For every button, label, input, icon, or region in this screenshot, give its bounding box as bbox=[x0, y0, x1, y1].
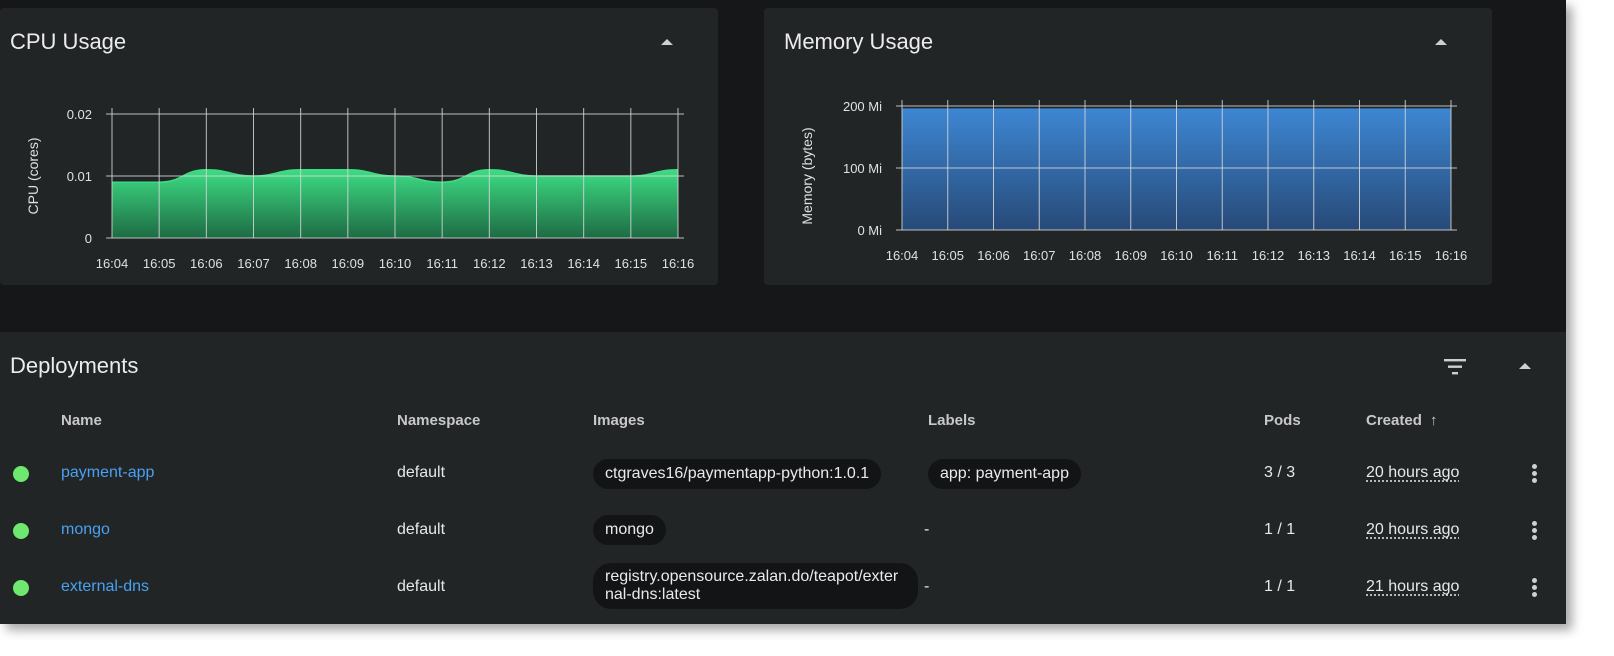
x-tick-label: 16:08 bbox=[1069, 248, 1102, 263]
filter-icon-graphic bbox=[1444, 359, 1466, 375]
y-tick-label: 100 Mi bbox=[843, 161, 882, 176]
sort-ascending-icon: ↑ bbox=[1430, 412, 1438, 429]
x-tick-label: 16:04 bbox=[96, 256, 129, 271]
status-ok-icon bbox=[13, 523, 29, 539]
image-chip: ctgraves16/paymentapp-python:1.0.1 bbox=[593, 459, 882, 489]
image-chip: registry.opensource.zalan.do/teapot/exte… bbox=[593, 563, 918, 609]
x-tick-label: 16:09 bbox=[332, 256, 365, 271]
x-tick-label: 16:05 bbox=[143, 256, 176, 271]
row-menu-icon[interactable] bbox=[1530, 578, 1538, 602]
created-header-label: Created bbox=[1366, 412, 1422, 429]
x-tick-label: 16:06 bbox=[190, 256, 223, 271]
deployment-name-link[interactable]: external-dns bbox=[61, 578, 149, 596]
x-tick-label: 16:13 bbox=[1297, 248, 1330, 263]
x-tick-label: 16:12 bbox=[1252, 248, 1285, 263]
labels-empty-value: - bbox=[924, 578, 930, 595]
x-tick-label: 16:09 bbox=[1114, 248, 1147, 263]
created-value: 20 hours ago bbox=[1366, 521, 1460, 538]
table-row[interactable]: external-dns default registry.opensource… bbox=[0, 560, 1566, 617]
column-header-pods[interactable]: Pods bbox=[1264, 412, 1301, 429]
deployments-collapse-icon[interactable] bbox=[1519, 363, 1531, 369]
x-tick-label: 16:13 bbox=[520, 256, 553, 271]
namespace-value: default bbox=[397, 578, 446, 595]
row-menu-icon[interactable] bbox=[1530, 464, 1538, 488]
cpu-usage-chart: 16:04 16:05 16:06 16:07 16:08 16:09 16:10 16:11… bbox=[25, 107, 695, 271]
pods-value: 3 / 3 bbox=[1264, 464, 1296, 481]
memory-usage-chart: 16:04 16:05 16:06 16:07 16:08 16:09 16:10 16:11… bbox=[799, 99, 1468, 263]
x-tick-label: 16:04 bbox=[886, 248, 919, 263]
row-menu-icon[interactable] bbox=[1530, 521, 1538, 545]
cpu-usage-card: CPU Usage 16:04 16:05 16:06 16:07 16:08 16:09… bbox=[0, 8, 718, 285]
x-tick-label: 16:14 bbox=[1343, 248, 1376, 263]
x-tick-label: 16:14 bbox=[567, 256, 600, 271]
y-axis-label: CPU (cores) bbox=[25, 137, 41, 214]
dashboard-window: CPU Usage 16:04 16:05 16:06 16:07 16:08 16:09… bbox=[0, 0, 1566, 624]
column-header-labels[interactable]: Labels bbox=[928, 412, 976, 429]
label-chip: app: payment-app bbox=[928, 459, 1081, 489]
x-tick-label: 16:07 bbox=[237, 256, 270, 271]
y-tick-label: 0.01 bbox=[67, 169, 92, 184]
x-tick-label: 16:08 bbox=[284, 256, 317, 271]
pods-value: 1 / 1 bbox=[1264, 521, 1296, 538]
namespace-value: default bbox=[397, 521, 446, 538]
x-tick-label: 16:10 bbox=[379, 256, 412, 271]
filter-icon[interactable] bbox=[1443, 358, 1467, 376]
x-tick-label: 16:15 bbox=[615, 256, 648, 271]
y-axis-label: Memory (bytes) bbox=[799, 127, 815, 224]
status-ok-icon bbox=[13, 580, 29, 596]
column-header-created[interactable]: Created ↑ bbox=[1366, 412, 1438, 429]
pods-value: 1 / 1 bbox=[1264, 578, 1296, 595]
table-row[interactable]: payment-app default ctgraves16/paymentap… bbox=[0, 446, 1566, 503]
deployments-title: Deployments bbox=[10, 353, 139, 378]
x-tick-label: 16:11 bbox=[1206, 248, 1238, 263]
y-tick-label: 0.02 bbox=[67, 107, 92, 122]
x-tick-label: 16:06 bbox=[977, 248, 1010, 263]
memory-usage-card: Memory Usage 16:04 16:05 16:06 16:07 16:08 16… bbox=[764, 8, 1492, 285]
y-tick-label: 200 Mi bbox=[843, 99, 882, 114]
table-row[interactable]: mongo default mongo - 1 / 1 20 hours ago bbox=[0, 503, 1566, 560]
column-header-name[interactable]: Name bbox=[61, 412, 102, 429]
created-value: 20 hours ago bbox=[1366, 464, 1460, 481]
x-tick-label: 16:11 bbox=[426, 256, 458, 271]
x-tick-label: 16:07 bbox=[1023, 248, 1056, 263]
namespace-value: default bbox=[397, 464, 446, 481]
status-ok-icon bbox=[13, 466, 29, 482]
x-tick-label: 16:15 bbox=[1389, 248, 1422, 263]
x-tick-label: 16:16 bbox=[1435, 248, 1468, 263]
deployment-name-link[interactable]: mongo bbox=[61, 521, 110, 539]
y-tick-label: 0 bbox=[85, 231, 92, 246]
created-value: 21 hours ago bbox=[1366, 578, 1460, 595]
x-tick-label: 16:16 bbox=[662, 256, 695, 271]
x-tick-label: 16:05 bbox=[931, 248, 964, 263]
x-tick-label: 16:10 bbox=[1160, 248, 1193, 263]
column-header-images[interactable]: Images bbox=[593, 412, 645, 429]
y-tick-label: 0 Mi bbox=[857, 223, 882, 238]
deployment-name-link[interactable]: payment-app bbox=[61, 464, 154, 482]
labels-empty-value: - bbox=[924, 521, 930, 538]
image-chip: mongo bbox=[593, 515, 666, 545]
column-header-namespace[interactable]: Namespace bbox=[397, 412, 480, 429]
x-tick-label: 16:12 bbox=[473, 256, 506, 271]
